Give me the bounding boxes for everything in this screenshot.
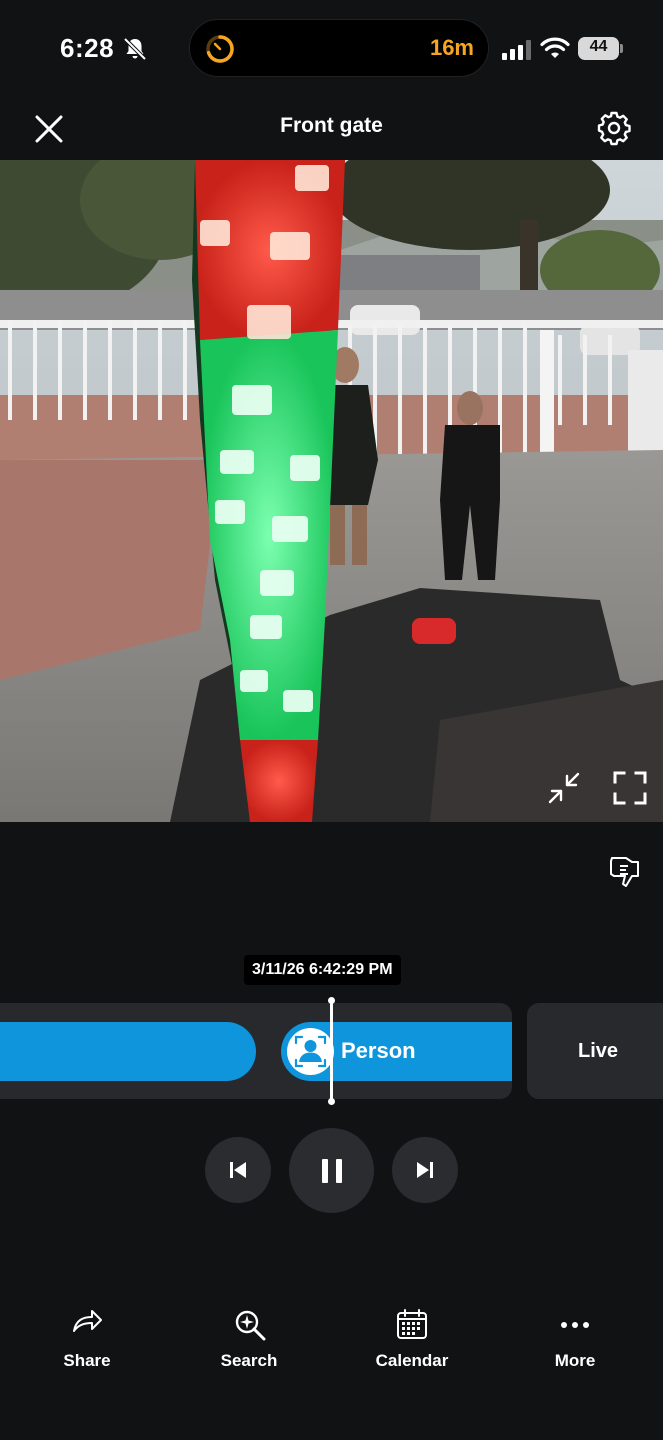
pause-icon <box>321 1158 342 1183</box>
cellular-signal-icon <box>502 40 531 60</box>
more-dots-icon <box>561 1322 589 1328</box>
wifi-icon <box>540 37 570 58</box>
timer-icon <box>206 35 234 63</box>
exit-pip-icon[interactable] <box>544 768 584 808</box>
thumbs-down-feedback-icon[interactable] <box>606 852 646 892</box>
skip-previous-icon <box>230 1162 246 1178</box>
gear-icon[interactable] <box>594 108 634 148</box>
skip-next-icon <box>417 1162 433 1178</box>
home-indicator <box>211 1424 452 1430</box>
battery-level: 44 <box>589 38 608 55</box>
status-time: 6:28 <box>60 33 115 63</box>
live-button[interactable]: Live <box>527 1003 663 1099</box>
playhead-top-handle <box>328 997 335 1004</box>
status-bar: 6:28 16m 44 <box>0 0 663 96</box>
person-detection-icon <box>287 1028 334 1075</box>
live-label: Live <box>578 1040 619 1062</box>
search-button[interactable]: Search <box>189 1290 309 1380</box>
ai-search-icon <box>235 1310 266 1341</box>
timeline-timestamp: 3/11/26 6:42:29 PM <box>244 955 401 985</box>
timeline-event-previous[interactable] <box>0 1022 256 1081</box>
bottom-toolbar: Share Search Calendar More <box>0 1290 663 1400</box>
share-icon <box>73 1310 102 1332</box>
dynamic-island[interactable]: 16m <box>189 19 489 77</box>
page-title: Front gate <box>280 114 383 137</box>
battery-indicator: 44 <box>578 37 624 60</box>
timeline-playhead[interactable] <box>328 997 335 1105</box>
more-label: More <box>554 1351 596 1370</box>
calendar-button[interactable]: Calendar <box>352 1290 472 1380</box>
timeline-event-person[interactable]: Person <box>281 1022 512 1081</box>
battery-tip <box>620 44 623 53</box>
bell-muted-icon <box>123 37 147 61</box>
event-timeline[interactable]: Person <box>0 1003 512 1099</box>
search-label: Search <box>220 1351 278 1370</box>
playhead-bottom-handle <box>328 1098 335 1105</box>
timeline-event-label: Person <box>341 1038 416 1063</box>
calendar-label: Calendar <box>375 1351 449 1370</box>
screen: 6:28 16m 44 Front gate 3/11/26 6:42:29 P… <box>0 0 663 1440</box>
more-button[interactable]: More <box>515 1290 635 1380</box>
app-header: Front gate <box>0 96 663 160</box>
camera-scene-image <box>0 160 663 822</box>
calendar-icon <box>397 1309 427 1339</box>
fullscreen-icon[interactable] <box>610 768 650 808</box>
share-label: Share <box>63 1351 111 1370</box>
pause-button[interactable] <box>289 1128 374 1213</box>
previous-event-button[interactable] <box>205 1137 271 1203</box>
next-event-button[interactable] <box>392 1137 458 1203</box>
island-timer-text: 16m <box>429 35 474 60</box>
share-button[interactable]: Share <box>27 1290 147 1380</box>
camera-video-feed[interactable] <box>0 160 663 822</box>
